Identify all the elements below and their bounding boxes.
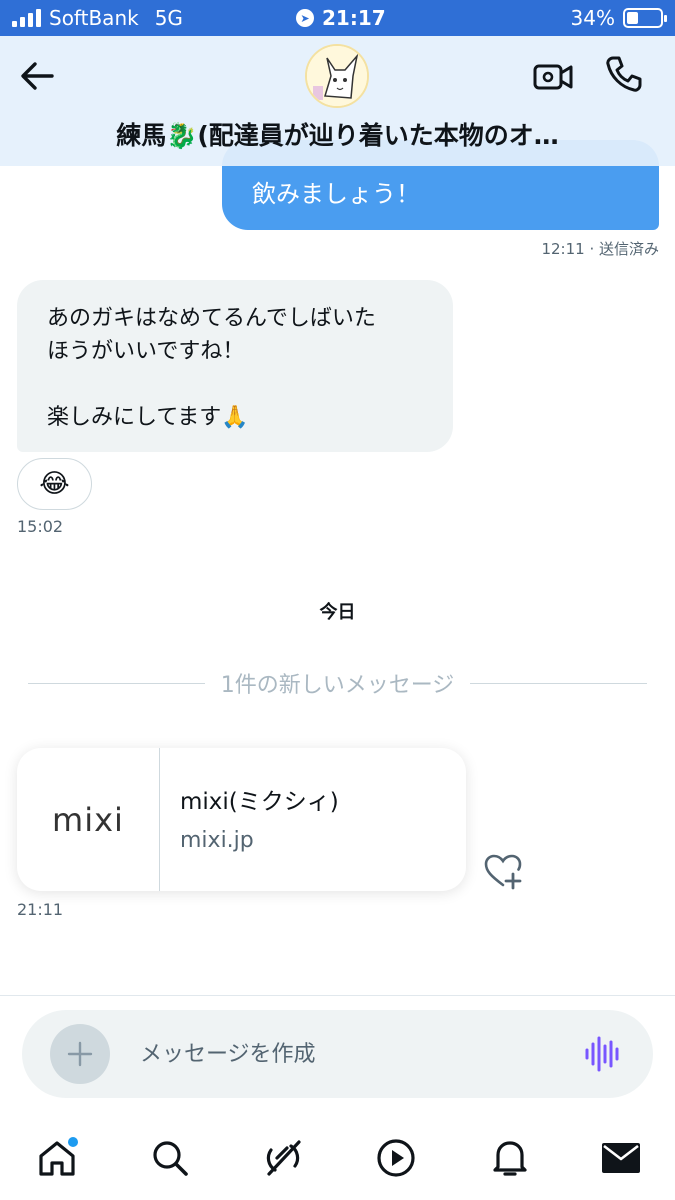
video-call-icon (533, 64, 573, 90)
status-bar: SoftBank 5G ➤ 21:17 34% (0, 0, 675, 36)
divider-line (470, 682, 647, 684)
signal-icon (12, 9, 41, 27)
composer-divider (0, 995, 675, 996)
add-reaction-button[interactable] (483, 852, 523, 892)
message-composer (22, 1010, 653, 1098)
sent-message-meta: 12:11 · 送信済み (541, 240, 659, 258)
received-message-line (47, 368, 423, 401)
tab-messages[interactable] (597, 1134, 645, 1182)
received-message-time: 15:02 (17, 517, 64, 536)
battery-percent: 34% (570, 6, 615, 30)
received-message-bubble[interactable]: あのガキはなめてるんでしばいた ほうがいいですね！ 楽しみにしてます🙏 (17, 280, 453, 452)
tab-search[interactable] (146, 1134, 194, 1182)
location-icon: ➤ (296, 9, 314, 27)
link-logo-text: mixi (52, 800, 124, 839)
clock: 21:17 (322, 6, 386, 30)
tab-grok[interactable] (259, 1134, 307, 1182)
network-type: 5G (154, 6, 183, 30)
received-message-line: 楽しみにしてます🙏 (47, 405, 249, 430)
day-label: 今日 (319, 602, 356, 623)
conversation-header: 練馬🐉(配達員が辿り着いた本物のオ… (0, 36, 675, 166)
link-domain: mixi.jp (180, 828, 254, 853)
notifications-icon (493, 1141, 527, 1176)
video-call-button[interactable] (532, 58, 574, 94)
sent-message-text: 飲みましょう！ (252, 180, 420, 208)
link-card-time: 21:11 (17, 900, 64, 919)
back-arrow-icon (21, 62, 54, 90)
messages-icon (602, 1143, 640, 1173)
carrier-name: SoftBank (49, 6, 139, 30)
add-attachment-button[interactable] (50, 1024, 110, 1084)
avatar[interactable] (305, 44, 369, 108)
search-icon (153, 1141, 188, 1176)
avatar-illustration-icon (307, 46, 367, 106)
divider-line (28, 682, 205, 684)
audio-wave-icon (585, 1036, 619, 1072)
message-input[interactable] (140, 1038, 560, 1070)
tab-notifications[interactable] (486, 1134, 534, 1182)
received-message-line: ほうがいいですね！ (47, 339, 245, 364)
received-message-line: あのガキはなめてるんでしばいた (47, 306, 376, 331)
bottom-tab-bar (0, 1118, 675, 1200)
reaction-badge[interactable]: 😂 (17, 458, 92, 510)
phone-icon (606, 56, 642, 92)
tab-video[interactable] (372, 1134, 420, 1182)
link-info: mixi(ミクシィ) mixi.jp (160, 748, 359, 891)
link-title: mixi(ミクシィ) (180, 789, 339, 815)
conversation-title[interactable]: 練馬🐉(配達員が辿り着いた本物のオ… (60, 116, 615, 152)
reaction-emoji: 😂 (39, 469, 70, 499)
grok-icon (266, 1140, 301, 1176)
home-icon (39, 1137, 78, 1176)
plus-icon (67, 1041, 93, 1067)
battery-fill (627, 12, 638, 24)
new-messages-divider: 1件の新しいメッセージ (28, 665, 647, 701)
back-button[interactable] (18, 58, 58, 94)
heart-plus-icon (484, 854, 522, 890)
link-logo: mixi (17, 748, 160, 891)
tab-home[interactable] (33, 1134, 81, 1182)
link-preview-card[interactable]: mixi mixi(ミクシィ) mixi.jp (17, 748, 466, 891)
voice-message-button[interactable] (584, 1034, 620, 1074)
battery-icon (623, 8, 667, 28)
phone-call-button[interactable] (604, 54, 644, 94)
video-play-icon (377, 1139, 415, 1177)
new-messages-label: 1件の新しいメッセージ (220, 673, 455, 698)
